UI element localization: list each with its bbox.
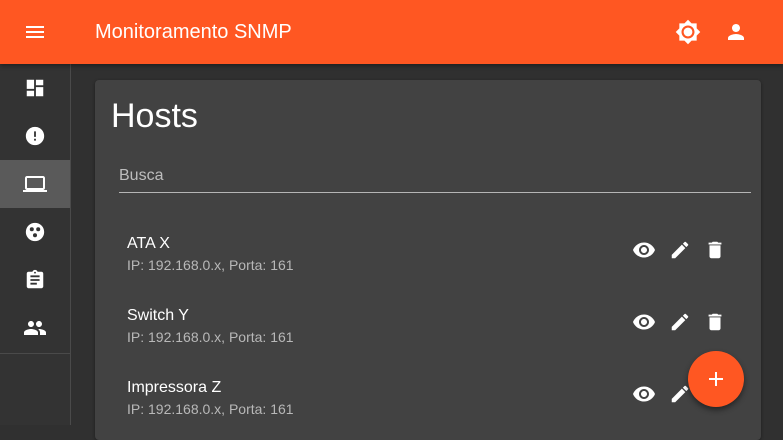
dashboard-icon xyxy=(24,77,46,99)
laptop-icon xyxy=(23,172,47,196)
hub-icon xyxy=(24,221,46,243)
delete-host-button[interactable] xyxy=(701,308,729,336)
edit-icon xyxy=(669,383,691,405)
delete-icon xyxy=(704,311,726,333)
app-bar: Monitoramento SNMP xyxy=(0,0,783,64)
page-title: Hosts xyxy=(111,97,198,135)
sidebar xyxy=(0,64,71,425)
host-name: Impressora Z xyxy=(127,379,222,396)
host-details: IP: 192.168.0.x, Porta: 161 xyxy=(127,401,294,417)
view-host-button[interactable] xyxy=(630,380,658,408)
sidebar-divider xyxy=(0,353,70,354)
delete-host-button[interactable] xyxy=(701,236,729,264)
alert-circle-icon xyxy=(24,125,46,147)
host-name: ATA X xyxy=(127,235,170,252)
person-icon xyxy=(724,20,748,44)
brightness-icon xyxy=(675,19,701,45)
view-host-button[interactable] xyxy=(630,236,658,264)
menu-icon xyxy=(23,20,47,44)
sidebar-item-dashboard[interactable] xyxy=(0,64,70,112)
delete-icon xyxy=(704,239,726,261)
view-icon xyxy=(632,238,656,262)
search-input[interactable] xyxy=(119,162,751,190)
sidebar-item-users[interactable] xyxy=(0,304,70,352)
plus-icon xyxy=(704,367,728,391)
app-title: Monitoramento SNMP xyxy=(95,21,292,43)
sidebar-item-hosts[interactable] xyxy=(0,160,70,208)
clipboard-icon xyxy=(24,269,46,291)
host-details: IP: 192.168.0.x, Porta: 161 xyxy=(127,257,294,273)
menu-button[interactable] xyxy=(20,17,50,47)
host-list-item[interactable]: Impressora Z IP: 192.168.0.x, Porta: 161 xyxy=(95,360,761,432)
host-name: Switch Y xyxy=(127,307,189,324)
add-host-button[interactable] xyxy=(688,351,744,407)
sidebar-item-reports[interactable] xyxy=(0,256,70,304)
edit-icon xyxy=(669,239,691,261)
host-list-item[interactable]: Switch Y IP: 192.168.0.x, Porta: 161 xyxy=(95,288,761,360)
people-icon xyxy=(23,316,47,340)
account-button[interactable] xyxy=(721,17,751,47)
host-details: IP: 192.168.0.x, Porta: 161 xyxy=(127,329,294,345)
theme-toggle-button[interactable] xyxy=(673,17,703,47)
edit-icon xyxy=(669,311,691,333)
view-icon xyxy=(632,310,656,334)
view-icon xyxy=(632,382,656,406)
view-host-button[interactable] xyxy=(630,308,658,336)
sidebar-item-groups[interactable] xyxy=(0,208,70,256)
edit-host-button[interactable] xyxy=(666,308,694,336)
host-list-item[interactable]: ATA X IP: 192.168.0.x, Porta: 161 xyxy=(95,216,761,288)
edit-host-button[interactable] xyxy=(666,236,694,264)
search-field xyxy=(119,162,751,193)
hosts-card: Hosts ATA X IP: 192.168.0.x, Porta: 161 … xyxy=(95,80,761,440)
sidebar-item-alerts[interactable] xyxy=(0,112,70,160)
